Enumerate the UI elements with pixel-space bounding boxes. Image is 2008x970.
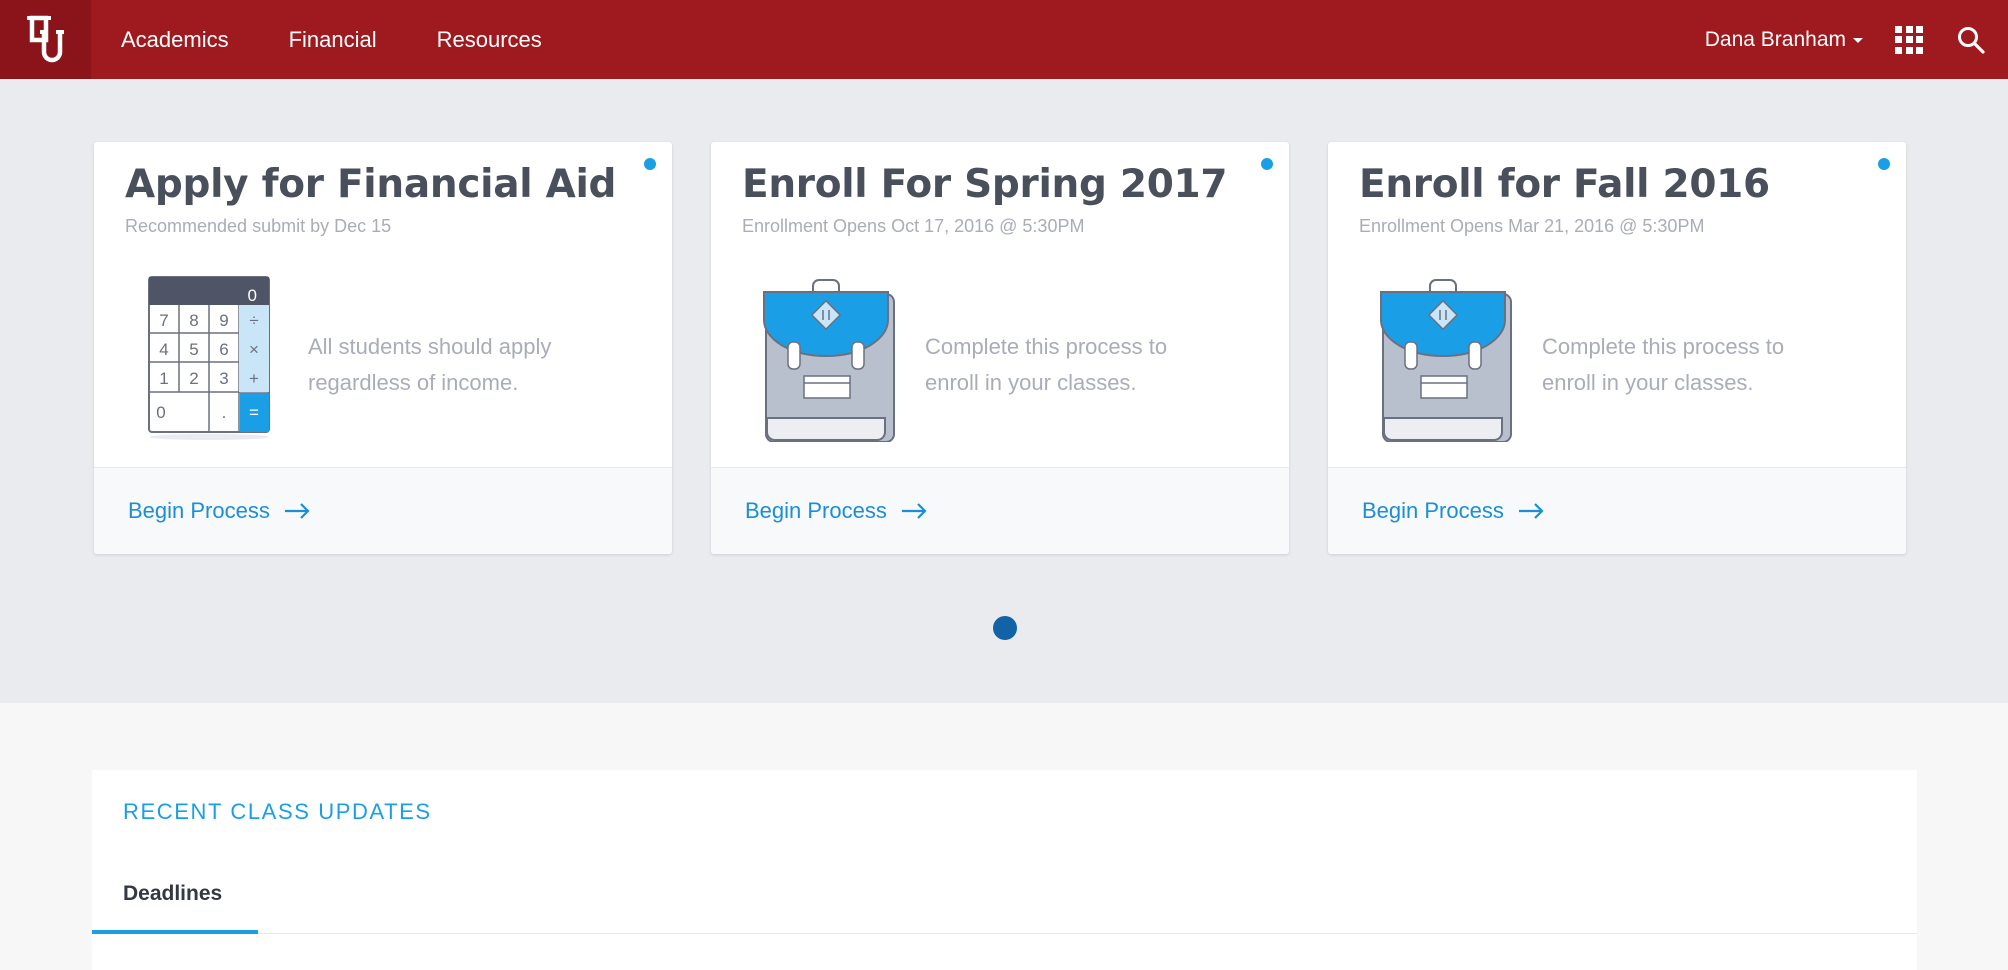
caret-down-icon <box>1853 38 1863 43</box>
calculator-display: 0 <box>248 286 257 305</box>
card-footer: Begin Process <box>1328 467 1906 554</box>
card-subtitle: Recommended submit by Dec 15 <box>125 216 392 236</box>
svg-text:5: 5 <box>189 340 198 359</box>
card-description: Complete this process to enroll in your … <box>1542 334 1785 395</box>
unread-dot <box>644 158 656 170</box>
nav-academics[interactable]: Academics <box>121 27 229 53</box>
begin-process-label: Begin Process <box>1362 498 1504 523</box>
svg-text:.: . <box>222 403 227 422</box>
card-enroll-spring: Enroll For Spring 2017 Enrollment Opens … <box>711 142 1289 554</box>
card-title: Enroll for Fall 2016 <box>1359 162 1770 207</box>
backpack-icon <box>1380 279 1512 442</box>
tab-deadlines[interactable]: Deadlines <box>123 882 222 906</box>
card-financial-aid: Apply for Financial Aid Recommended subm… <box>94 142 672 554</box>
card-description: All students should apply regardless of … <box>308 334 552 395</box>
card-subtitle: Enrollment Opens Mar 21, 2016 @ 5:30PM <box>1359 216 1705 236</box>
task-carousel: Apply for Financial Aid Recommended subm… <box>0 79 2008 703</box>
svg-text:0: 0 <box>156 403 165 422</box>
svg-text:÷: ÷ <box>249 311 258 330</box>
svg-text:+: + <box>249 369 259 388</box>
arrow-right-icon <box>1518 503 1544 519</box>
begin-process-button[interactable]: Begin Process <box>128 498 310 524</box>
ou-logo[interactable] <box>0 0 91 79</box>
begin-process-label: Begin Process <box>128 498 270 523</box>
card-title: Apply for Financial Aid <box>125 162 617 207</box>
begin-process-button[interactable]: Begin Process <box>745 498 927 524</box>
nav-financial[interactable]: Financial <box>289 27 377 53</box>
top-nav-bar: Academics Financial Resources Dana Branh… <box>0 0 2008 79</box>
updates-section: RECENT CLASS UPDATES Deadlines <box>0 703 2008 970</box>
svg-text:3: 3 <box>219 369 228 388</box>
active-tab-indicator <box>92 930 258 934</box>
unread-dot <box>1878 158 1890 170</box>
arrow-right-icon <box>901 503 927 519</box>
svg-text:1: 1 <box>159 369 168 388</box>
unread-dot <box>1261 158 1273 170</box>
ou-logo-icon <box>26 15 64 62</box>
svg-text:×: × <box>249 340 259 359</box>
svg-text:=: = <box>249 403 259 422</box>
card-enroll-fall: Enroll for Fall 2016 Enrollment Opens Ma… <box>1328 142 1906 554</box>
svg-text:7: 7 <box>159 311 168 330</box>
card-subtitle: Enrollment Opens Oct 17, 2016 @ 5:30PM <box>742 216 1085 236</box>
top-right-controls: Dana Branham <box>1705 0 2008 79</box>
card-description: Complete this process to enroll in your … <box>925 334 1168 395</box>
user-name: Dana Branham <box>1704 27 1846 51</box>
tab-divider <box>92 933 1917 934</box>
nav-resources[interactable]: Resources <box>437 27 542 53</box>
svg-text:8: 8 <box>189 311 198 330</box>
svg-text:2: 2 <box>189 369 198 388</box>
arrow-right-icon <box>284 503 310 519</box>
search-icon[interactable] <box>1956 25 1986 55</box>
calculator-icon: 0 7 8 9 ÷ 4 5 6 × 1 2 3 + 0 . = <box>148 276 270 440</box>
backpack-icon <box>763 279 895 442</box>
begin-process-label: Begin Process <box>745 498 887 523</box>
card-footer: Begin Process <box>711 467 1289 554</box>
svg-text:9: 9 <box>219 311 228 330</box>
main-nav: Academics Financial Resources <box>91 0 572 79</box>
user-menu[interactable]: Dana Branham <box>1705 28 1863 52</box>
section-title: RECENT CLASS UPDATES <box>123 799 432 824</box>
card-footer: Begin Process <box>94 467 672 554</box>
apps-grid-icon[interactable] <box>1895 25 1923 54</box>
begin-process-button[interactable]: Begin Process <box>1362 498 1544 524</box>
svg-text:6: 6 <box>219 340 228 359</box>
recent-class-updates-panel: RECENT CLASS UPDATES Deadlines <box>92 770 1917 970</box>
carousel-page-dot[interactable] <box>993 616 1017 640</box>
svg-text:4: 4 <box>159 340 168 359</box>
card-title: Enroll For Spring 2017 <box>742 162 1228 207</box>
